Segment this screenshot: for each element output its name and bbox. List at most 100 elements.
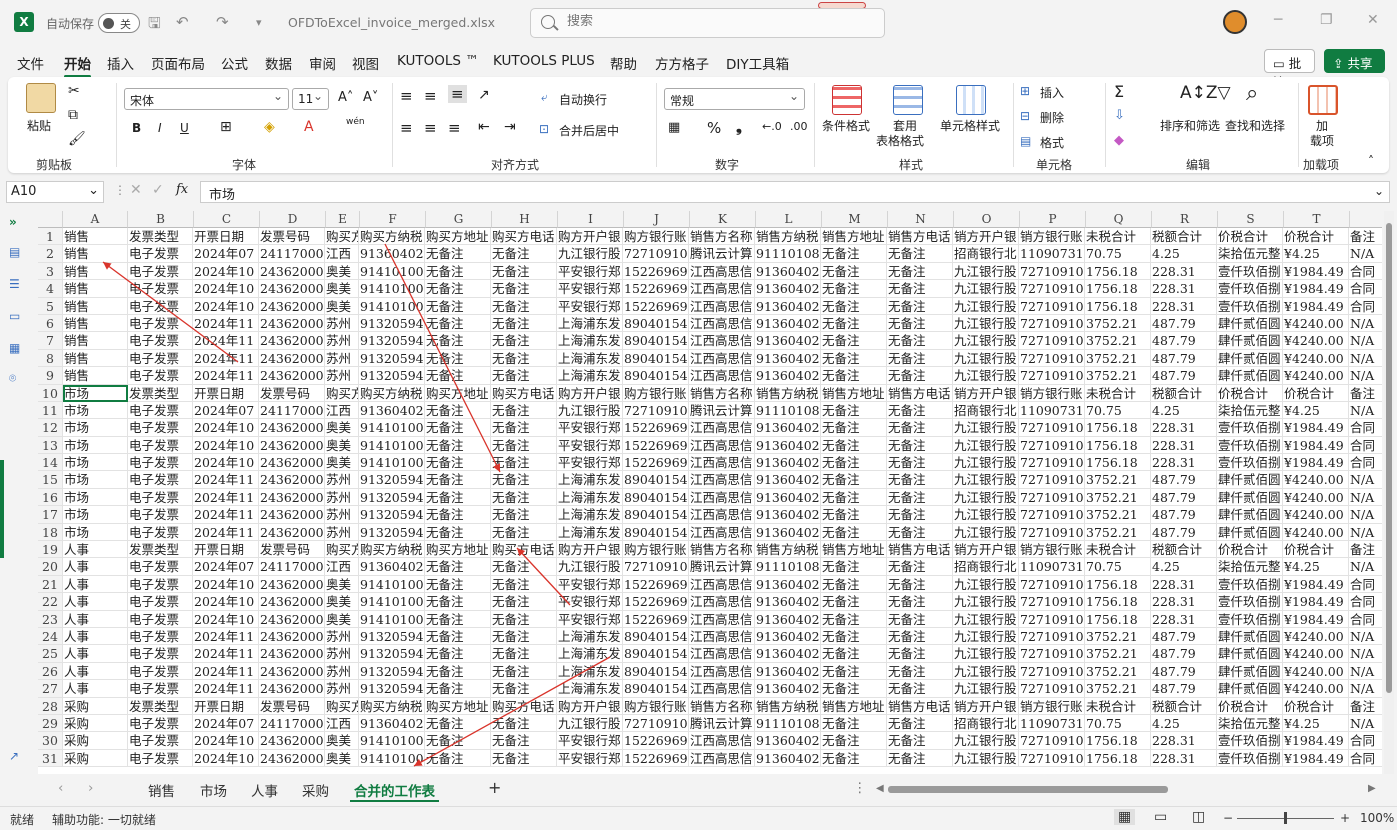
table-cell[interactable]: 无备注: [887, 523, 953, 542]
column-header[interactable]: J: [624, 211, 690, 228]
cell-department[interactable]: 市场: [63, 488, 128, 507]
table-cell[interactable]: 4.25: [1151, 245, 1217, 263]
table-cell[interactable]: 柒拾伍元整: [1217, 245, 1283, 263]
table-cell[interactable]: 91360402M: [755, 680, 821, 698]
table-cell[interactable]: 无备注: [425, 645, 491, 663]
column-header[interactable]: M: [822, 211, 888, 228]
table-cell[interactable]: 无备注: [821, 367, 887, 385]
cell-department[interactable]: 销售: [63, 367, 128, 385]
table-cell[interactable]: 72710910C: [1019, 419, 1085, 437]
table-cell[interactable]: 72710910C: [1019, 332, 1085, 350]
search-box[interactable]: [530, 8, 885, 38]
table-cell[interactable]: 九江银行股: [953, 488, 1019, 507]
table-cell[interactable]: 肆仟贰佰圆: [1217, 506, 1283, 524]
wrap-text-icon[interactable]: ⤶: [541, 90, 548, 105]
table-cell[interactable]: 江西: [325, 558, 359, 576]
table-cell[interactable]: 2024年10: [193, 454, 259, 472]
table-cell[interactable]: N/A: [1349, 506, 1382, 524]
table-cell[interactable]: 无备注: [821, 662, 887, 681]
table-cell[interactable]: 招商银行北: [953, 558, 1019, 576]
menu-help[interactable]: 帮助: [610, 53, 637, 73]
table-cell[interactable]: 销售方纳税: [755, 384, 821, 402]
table-cell[interactable]: 1756.18: [1085, 436, 1151, 455]
cell-department[interactable]: 销售: [63, 262, 128, 281]
table-cell[interactable]: 91360402M: [755, 436, 821, 455]
table-cell[interactable]: 152269692: [623, 575, 689, 594]
redo-icon[interactable]: ↷: [216, 13, 229, 31]
table-cell[interactable]: 913205943: [359, 332, 425, 350]
table-cell[interactable]: 91410100M: [359, 419, 425, 437]
table-cell[interactable]: ¥4240.00: [1283, 471, 1349, 489]
table-cell[interactable]: 2024年11: [193, 332, 259, 350]
table-cell[interactable]: 销售方电话: [887, 697, 953, 715]
table-cell[interactable]: 72710910C: [1019, 732, 1085, 750]
table-cell[interactable]: 890401547: [623, 314, 689, 333]
cell-department[interactable]: 销售: [63, 297, 128, 315]
table-cell[interactable]: 购买方: [325, 228, 359, 246]
table-cell[interactable]: 无备注: [425, 627, 491, 646]
table-cell[interactable]: 备注: [1349, 698, 1382, 715]
table-cell[interactable]: 无备注: [821, 610, 887, 628]
table-cell[interactable]: 电子发票: [128, 627, 193, 646]
cell-department[interactable]: 人事: [63, 610, 128, 628]
conditional-format-icon[interactable]: [832, 85, 862, 115]
table-cell[interactable]: 无备注: [887, 367, 953, 385]
table-cell[interactable]: 24362000C: [259, 436, 325, 455]
table-cell[interactable]: N/A: [1349, 489, 1382, 507]
row-number[interactable]: 21: [38, 575, 63, 594]
undo-icon[interactable]: ↶: [176, 13, 189, 31]
table-cell[interactable]: 无备注: [491, 297, 557, 315]
table-cell[interactable]: 苏州: [325, 314, 359, 333]
table-cell[interactable]: 110907316: [1019, 401, 1085, 420]
column-header[interactable]: C: [194, 211, 260, 228]
row-number[interactable]: 3: [38, 262, 63, 281]
table-cell[interactable]: 228.31: [1151, 280, 1217, 298]
table-cell[interactable]: 无备注: [425, 714, 491, 733]
table-cell[interactable]: 24362000C: [259, 506, 325, 524]
table-cell[interactable]: 苏州: [325, 662, 359, 681]
table-cell[interactable]: 九江银行股: [953, 662, 1019, 681]
table-cell[interactable]: 开票日期: [193, 697, 259, 715]
delete-cells-icon[interactable]: ⊟: [1020, 109, 1030, 123]
table-cell[interactable]: ¥4240.00: [1283, 488, 1349, 507]
table-cell[interactable]: 无备注: [821, 471, 887, 489]
table-cell[interactable]: 91360402M: [755, 349, 821, 368]
table-cell[interactable]: 电子发票: [128, 262, 193, 281]
table-cell[interactable]: 无备注: [425, 732, 491, 750]
table-cell[interactable]: 壹仟玖佰捌: [1217, 262, 1283, 281]
cell-department[interactable]: 采购: [63, 697, 128, 715]
table-cell[interactable]: ¥4.25: [1283, 401, 1349, 420]
table-cell[interactable]: 91360402M: [755, 575, 821, 594]
table-cell[interactable]: 152269692: [623, 419, 689, 437]
table-cell[interactable]: 购买方电话: [491, 697, 557, 715]
table-cell[interactable]: 未税合计: [1085, 541, 1151, 559]
close-icon[interactable]: ✕: [1367, 12, 1379, 28]
table-cell[interactable]: 91360402M: [755, 314, 821, 333]
table-cell[interactable]: 招商银行北: [953, 401, 1019, 420]
table-cell[interactable]: 销售方名称: [689, 228, 755, 246]
table-cell[interactable]: 电子发票: [128, 471, 193, 489]
sheet-tab-purchase[interactable]: 采购: [302, 780, 329, 800]
table-cell[interactable]: 24362000C: [259, 645, 325, 663]
table-cell[interactable]: 奥美: [325, 436, 359, 455]
cell-department[interactable]: 市场: [63, 419, 128, 437]
clear-icon[interactable]: ◆: [1114, 133, 1124, 148]
table-cell[interactable]: 奥美: [325, 454, 359, 472]
table-cell[interactable]: 腾讯云计算: [689, 558, 755, 576]
column-list-icon[interactable]: ▦: [9, 341, 25, 355]
table-cell[interactable]: 24362000C: [259, 332, 325, 350]
table-cell[interactable]: 24362000C: [259, 593, 325, 611]
table-cell[interactable]: 3752.21: [1085, 349, 1151, 368]
column-header[interactable]: Q: [1086, 211, 1152, 228]
table-cell[interactable]: 911101085: [755, 558, 821, 576]
table-cell[interactable]: 91410100M: [359, 732, 425, 750]
column-header[interactable]: O: [954, 211, 1020, 228]
table-cell[interactable]: 合同: [1349, 611, 1382, 628]
table-cell[interactable]: 销售方名称: [689, 384, 755, 402]
table-cell[interactable]: N/A: [1349, 367, 1382, 385]
table-cell[interactable]: 无备注: [821, 349, 887, 368]
table-cell[interactable]: 无备注: [821, 297, 887, 315]
table-cell[interactable]: 九江银行股: [953, 506, 1019, 524]
row-number[interactable]: 18: [38, 523, 63, 542]
table-cell[interactable]: 税额合计: [1151, 228, 1217, 246]
